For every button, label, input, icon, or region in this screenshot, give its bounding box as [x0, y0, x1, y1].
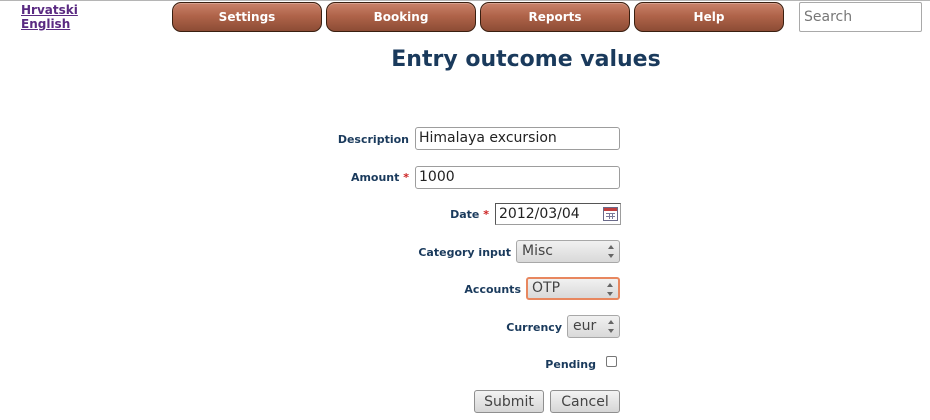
nav-booking-button[interactable]: Booking	[326, 2, 476, 32]
currency-select[interactable]: eur	[567, 315, 620, 338]
category-label: Category input	[418, 246, 511, 259]
calendar-icon[interactable]	[603, 207, 618, 221]
accounts-selected-value: OTP	[532, 280, 561, 296]
top-border	[0, 0, 930, 1]
accounts-label: Accounts	[464, 283, 521, 296]
category-select[interactable]: Misc	[516, 240, 620, 263]
pending-checkbox[interactable]	[606, 356, 617, 367]
submit-button[interactable]: Submit	[474, 390, 544, 413]
required-marker: *	[403, 171, 409, 184]
language-link-hrvatski[interactable]: Hrvatski	[21, 3, 78, 17]
accounts-select[interactable]: OTP	[526, 277, 620, 300]
nav-reports-button[interactable]: Reports	[480, 2, 630, 32]
currency-label: Currency	[506, 321, 562, 334]
pending-label: Pending	[545, 358, 596, 371]
search-input[interactable]	[799, 2, 922, 32]
select-arrows-icon	[607, 283, 614, 296]
amount-label: Amount *	[350, 171, 409, 184]
amount-input[interactable]: 1000	[415, 166, 620, 189]
select-arrows-icon	[608, 320, 615, 333]
nav-settings-button[interactable]: Settings	[172, 2, 322, 32]
description-label: Description	[337, 133, 409, 146]
language-link-english[interactable]: English	[21, 17, 70, 31]
date-value: 2012/03/04	[499, 206, 580, 222]
page-title: Entry outcome values	[391, 47, 661, 72]
category-selected-value: Misc	[522, 243, 553, 259]
date-label: Date *	[450, 208, 489, 221]
cancel-button[interactable]: Cancel	[550, 390, 620, 413]
description-input[interactable]: Himalaya excursion	[415, 127, 620, 150]
select-arrows-icon	[608, 245, 615, 258]
currency-selected-value: eur	[573, 318, 597, 334]
required-marker: *	[483, 208, 489, 221]
nav-help-button[interactable]: Help	[634, 2, 784, 32]
